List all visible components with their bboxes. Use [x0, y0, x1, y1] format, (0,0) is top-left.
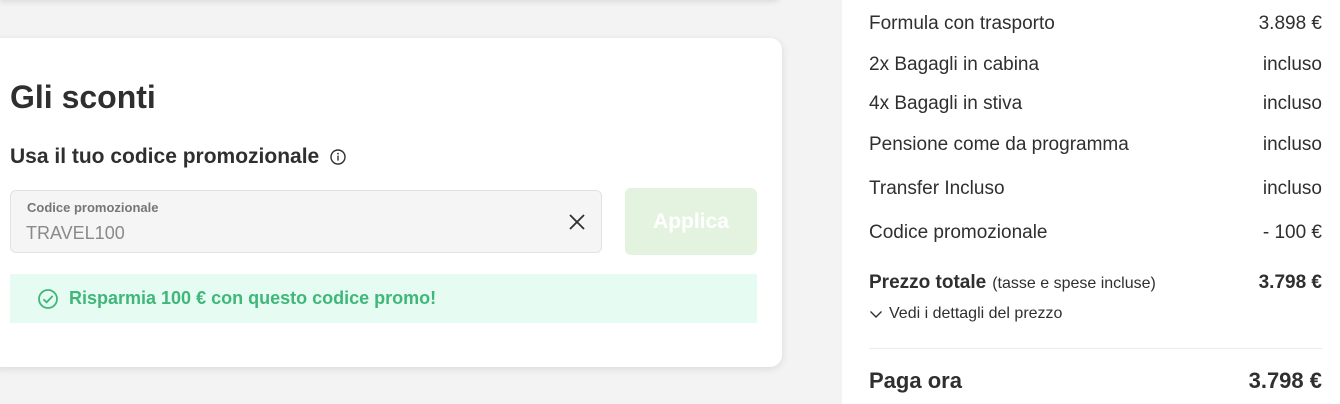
summary-row-label: Transfer Incluso [869, 178, 1005, 199]
promo-subtitle-text: Usa il tuo codice promozionale [10, 145, 320, 168]
promo-subtitle: Usa il tuo codice promozionale [10, 144, 347, 170]
summary-row: 2x Bagagli in cabina incluso [869, 54, 1322, 76]
pay-now-row: Paga ora 3.798 € [869, 368, 1322, 394]
summary-row-value: - 100 € [1262, 222, 1322, 243]
total-note: (tasse e spese incluse) [992, 275, 1156, 292]
summary-row: Formula con trasporto 3.898 € [869, 13, 1322, 35]
price-details-label: Vedi i dettagli del prezzo [889, 305, 1063, 322]
check-circle-icon [37, 288, 59, 310]
summary-row: Transfer Incluso incluso [869, 178, 1322, 200]
summary-row: Pensione come da programma incluso [869, 134, 1322, 156]
total-row: Prezzo totale (tasse e spese incluse) 3.7… [869, 272, 1322, 294]
info-icon[interactable] [329, 148, 347, 166]
summary-row-value: 3.898 € [1258, 13, 1322, 34]
summary-row-label: Pensione come da programma [869, 134, 1129, 155]
summary-row: Codice promozionale - 100 € [869, 222, 1322, 244]
summary-row: 4x Bagagli in stiva incluso [869, 93, 1322, 115]
summary-row-value: incluso [1262, 134, 1322, 155]
summary-row-value: incluso [1262, 178, 1322, 199]
total-value: 3.798 € [1258, 272, 1322, 293]
promo-success-banner: Risparmia 100 € con questo codice promo! [10, 274, 757, 323]
promo-success-text: Risparmia 100 € con questo codice promo! [69, 288, 437, 308]
summary-row-label: Formula con trasporto [869, 13, 1055, 34]
pay-now-value: 3.798 € [1248, 368, 1322, 393]
summary-row-label: 2x Bagagli in cabina [869, 54, 1040, 75]
summary-row-label: 4x Bagagli in stiva [869, 93, 1023, 114]
divider [869, 348, 1322, 349]
summary-row-label: Codice promozionale [869, 222, 1048, 243]
promo-code-input[interactable] [26, 221, 526, 245]
chevron-down-icon [869, 307, 883, 321]
pay-now-label: Paga ora [869, 368, 962, 393]
close-icon[interactable] [567, 212, 587, 232]
discount-title: Gli sconti [10, 79, 156, 115]
promo-code-label: Codice promozionale [27, 200, 159, 215]
summary-row-value: incluso [1262, 54, 1322, 75]
price-details-toggle[interactable]: Vedi i dettagli del prezzo [869, 305, 1062, 323]
total-label-group: Prezzo totale (tasse e spese incluse) [869, 272, 1156, 294]
price-summary-panel: Formula con trasporto 3.898 € 2x Bagagli… [842, 0, 1340, 404]
total-label: Prezzo totale [869, 272, 987, 293]
promo-code-field[interactable]: Codice promozionale [10, 190, 602, 253]
summary-row-value: incluso [1262, 93, 1322, 114]
apply-button[interactable]: Applica [625, 188, 757, 255]
